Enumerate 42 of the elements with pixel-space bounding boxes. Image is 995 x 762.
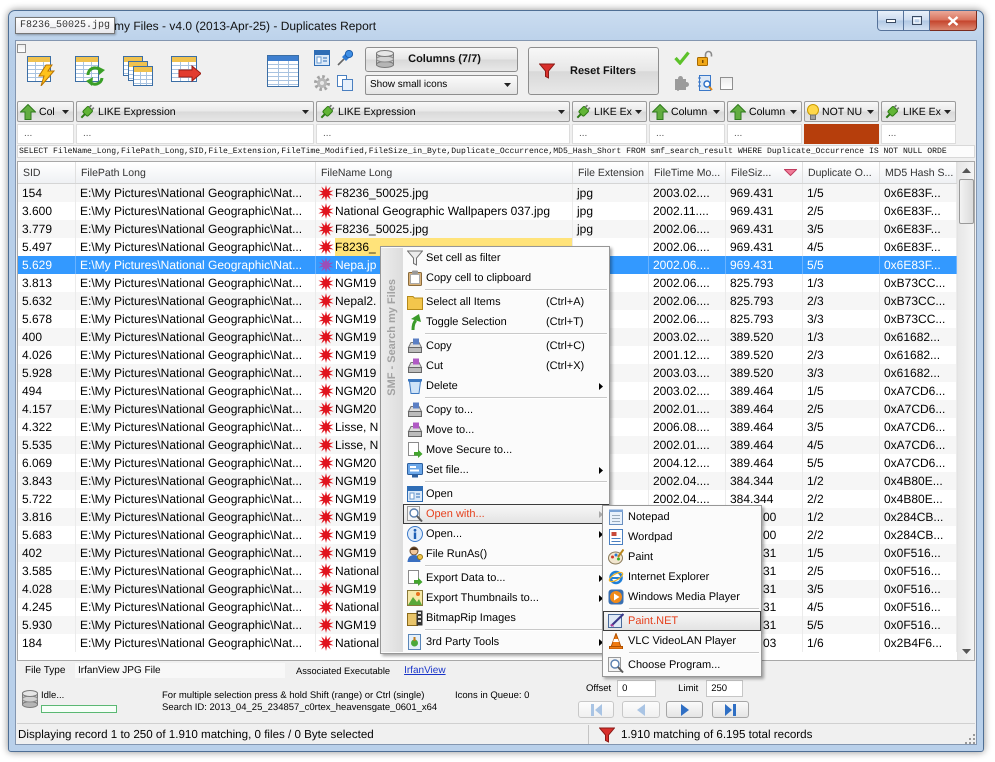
table-cell-text: NGM19 — [335, 509, 376, 526]
table-cell-text: Lisse, N — [335, 419, 378, 436]
activity-status: Idle... — [41, 690, 66, 702]
sql-query: SELECT FileName_Long,FilePath_Long,SID,File_Extension,FileTime_Modified,FileSize_in_Byte,Duplicate_Occurrence,MD5_Hash_Short FROM smf_search_result WHERE Duplicate_Occurrence IS NOT NULL ORDE — [17, 145, 975, 158]
table-cell-text: Nepal2. — [335, 293, 376, 310]
file-type-label: File Type — [25, 665, 66, 676]
offset-label: Offset — [586, 683, 612, 694]
tooltip: F8236_50025.jpg — [15, 17, 116, 34]
table-cell-text: National — [335, 635, 380, 652]
table-cell-text: NGM20 — [335, 455, 376, 472]
table-cell-text: National Geographic Wallpapers 037.jpg — [335, 203, 550, 220]
table-cell: E:\My Pictures\National Geographic\Nat... — [76, 634, 316, 652]
table-cell-text: NGM19 — [335, 581, 376, 598]
hint-text: Search ID: 2013_04_25_234857_c0rtex_heavensgate_0601_x64 — [162, 702, 438, 714]
table-cell-text: NGM19 — [335, 275, 376, 292]
table-cell-text: NGM20 — [335, 401, 376, 418]
table-cell-text: Lisse, N — [335, 437, 378, 454]
limit-label: Limit — [678, 683, 698, 694]
window-title: my Files - v4.0 (2013-Apr-25) - Duplicates Report — [114, 19, 376, 33]
status-text: 1.910 matching of 6.195 total records — [621, 728, 812, 741]
table-cell-text: National — [335, 563, 380, 580]
queue-count: Icons in Queue: 0 — [455, 689, 530, 703]
table-cell-text: NGM19 — [335, 473, 376, 490]
table-cell-text: F8236_50025.jpg — [335, 185, 428, 202]
table-cell-text: Nepa.jp — [335, 257, 376, 274]
table-cell-text: F8236_50025.jpg — [335, 221, 428, 238]
table-cell-text: National — [335, 599, 380, 616]
table-cell: 1/6 — [803, 634, 880, 652]
table-cell-text: NGM19 — [335, 311, 376, 328]
table-cell-text: NGM19 — [335, 617, 376, 634]
table-cell: 184 — [18, 634, 76, 652]
table-cell-text: NGM19 — [335, 329, 376, 346]
table-cell-text: NGM20 — [335, 383, 376, 400]
table-cell-text: NGM19 — [335, 491, 376, 508]
hint-text: For multiple selection press & hold Shift (range) or Ctrl (single) — [162, 690, 426, 702]
table-cell-text: NGM19 — [335, 347, 376, 364]
table-cell-text: NGM19 — [335, 365, 376, 382]
status-text: Displaying record 1 to 250 of 1.910 matching, 0 files / 0 Byte selected — [17, 725, 589, 744]
file-type-value: IrfanView JPG File — [75, 663, 285, 678]
executable-label: Associated Executable — [296, 666, 390, 676]
table-cell-text: NGM19 — [335, 545, 376, 562]
table-cell-text: NGM19 — [335, 527, 376, 544]
